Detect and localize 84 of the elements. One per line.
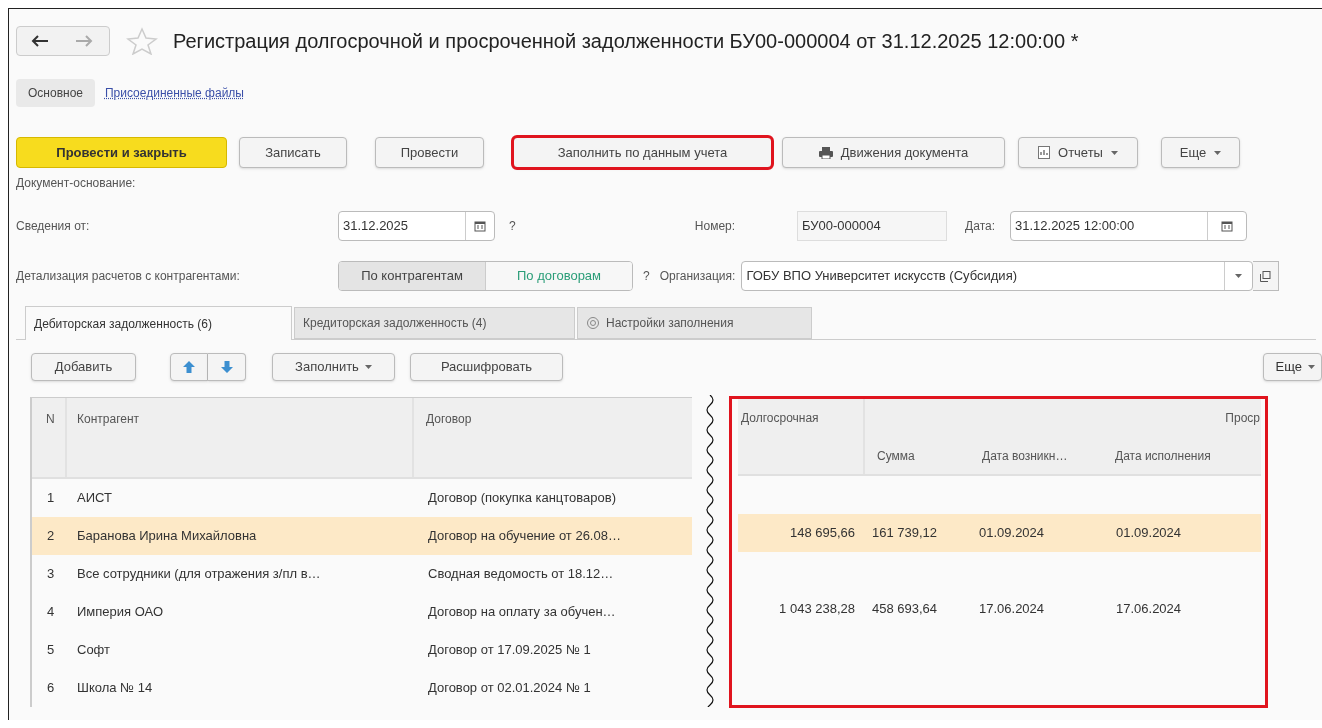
tab[interactable]: Дебиторская задолженность (6)	[25, 306, 292, 340]
form-tab-link[interactable]: Присоединенные файлы	[97, 79, 252, 107]
table-cell-text: 161 739,12	[871, 524, 939, 543]
toolbar-button[interactable]: Движения документа	[782, 137, 1005, 168]
table-cell-text: 148 695,66	[788, 524, 856, 543]
table-cell-text: 458 693,64	[871, 600, 939, 619]
open-button[interactable]	[1253, 261, 1280, 291]
post-and-close-button[interactable]: Провести и закрыть	[16, 137, 227, 168]
move-up-button[interactable]	[170, 353, 208, 381]
table-cell-text: АИСТ	[76, 489, 113, 508]
table-cell-text: Софт	[76, 641, 111, 660]
table-cell-text: 6	[45, 679, 56, 698]
calendar-icon[interactable]	[1221, 220, 1233, 232]
table-row[interactable]: 2 Баранова Ирина Михайловна Договор на обучение от 26.08…	[32, 517, 692, 555]
back-arrow-icon[interactable]	[31, 35, 49, 47]
window-title: Регистрация долгосрочной и просроченной задолженности БУ00-000004 от 31.12.2025 12:00:00 *	[173, 29, 1079, 54]
move-down-button[interactable]	[208, 353, 246, 381]
column-group-header[interactable]: Долгосрочная	[738, 397, 865, 474]
column-group-header[interactable]: Проср	[1225, 409, 1260, 427]
table-cell-text: Договор от 17.09.2025 № 1	[427, 641, 592, 660]
table-toolbar-button[interactable]: Расшифровать	[410, 353, 563, 381]
star-icon[interactable]	[126, 27, 158, 55]
table-cell-text: Школа № 14	[76, 679, 154, 698]
organization-field[interactable]: ГОБУ ВПО Университет искусств (Субсидия)	[741, 261, 1254, 291]
toolbar-button[interactable]: Записать	[239, 137, 347, 168]
date-time-field[interactable]: 31.12.2025 12:00:00	[1010, 211, 1247, 241]
table-cell-text: 01.09.2024	[1115, 524, 1183, 543]
table-cell-text: 5	[45, 641, 56, 660]
caret-icon	[1110, 150, 1118, 155]
table-cell-text: Империя ОАО	[76, 603, 165, 622]
table-cell-text: Все сотрудники (для отражения з/пл в…	[76, 565, 322, 584]
table-cell-text: Договор на обучение от 26.08…	[427, 527, 622, 546]
caret-icon	[1308, 365, 1315, 369]
toggle-option[interactable]: По контрагентам	[339, 262, 485, 290]
table-cell-text: 2	[45, 527, 56, 546]
table-cell-text: 3	[45, 565, 56, 584]
report-icon	[1038, 146, 1051, 159]
tab[interactable]: Настройки заполнения	[577, 307, 812, 339]
table-cell-text: 1	[45, 489, 56, 508]
calendar-icon[interactable]	[474, 220, 486, 232]
field-label: Детализация расчетов с контрагентами:	[16, 268, 241, 285]
up-arrow-icon	[183, 361, 195, 373]
field-label: Дата:	[965, 218, 995, 235]
column-header[interactable]: Дата исполнения	[1109, 446, 1261, 465]
caret-icon	[364, 365, 372, 369]
table-cell-text: 17.06.2024	[1115, 600, 1183, 619]
column-header[interactable]: Договор	[414, 398, 692, 477]
table-cell-text: 01.09.2024	[978, 524, 1046, 543]
toolbar-button[interactable]: Еще	[1161, 137, 1240, 168]
printer-icon	[818, 146, 833, 159]
table-cell-text: Баранова Ирина Михайловна	[76, 527, 258, 546]
more-button[interactable]: Еще	[1262, 353, 1322, 381]
table-cell-text: 1 043 238,28	[778, 600, 856, 619]
table-cell-text: 17.06.2024	[978, 600, 1046, 619]
tab[interactable]: Кредиторская задолженность (4)	[294, 307, 575, 339]
date-field[interactable]: 31.12.2025	[338, 211, 495, 241]
toolbar-button[interactable]: Провести	[375, 137, 484, 168]
down-arrow-icon	[220, 361, 233, 373]
toolbar-button[interactable]: Заполнить по данным учета	[513, 137, 772, 168]
table-cell-text: Договор от 02.01.2024 № 1	[427, 679, 592, 698]
column-header[interactable]: N	[32, 398, 67, 477]
help-link[interactable]: ?	[509, 217, 516, 235]
column-header[interactable]: Контрагент	[67, 398, 414, 477]
basis-document-label: Документ-основание:	[16, 175, 137, 191]
field-label: Организация:	[659, 268, 736, 285]
table-toolbar-button[interactable]: Заполнить	[272, 353, 395, 381]
field-label: Номер:	[693, 218, 736, 235]
table-row[interactable]: 148 695,66 161 739,12 01.09.2024 01.09.2024	[738, 514, 1261, 552]
caret-icon	[1214, 150, 1222, 155]
number-field[interactable]: БУ00-000004	[797, 211, 948, 241]
gear-icon	[586, 316, 600, 330]
help-link[interactable]: ?	[643, 267, 650, 285]
form-tab[interactable]: Основное	[16, 79, 95, 107]
table-cell-text: Договор на оплату за обучен…	[427, 603, 617, 622]
open-window-icon	[1260, 270, 1272, 282]
field-label: Сведения от:	[16, 218, 91, 235]
column-header[interactable]: Сумма	[865, 446, 972, 465]
table-cell-text: Сводная ведомость от 18.12…	[427, 565, 615, 584]
table-cell-text: 4	[45, 603, 56, 622]
toolbar-button[interactable]: Отчеты	[1018, 137, 1138, 168]
dropdown-caret-icon[interactable]	[1235, 274, 1243, 278]
table-cell-text: Договор (покупка канцтоваров)	[427, 489, 618, 508]
column-header[interactable]: Дата возникн…	[972, 446, 1109, 465]
table-toolbar-button[interactable]: Добавить	[31, 353, 136, 381]
